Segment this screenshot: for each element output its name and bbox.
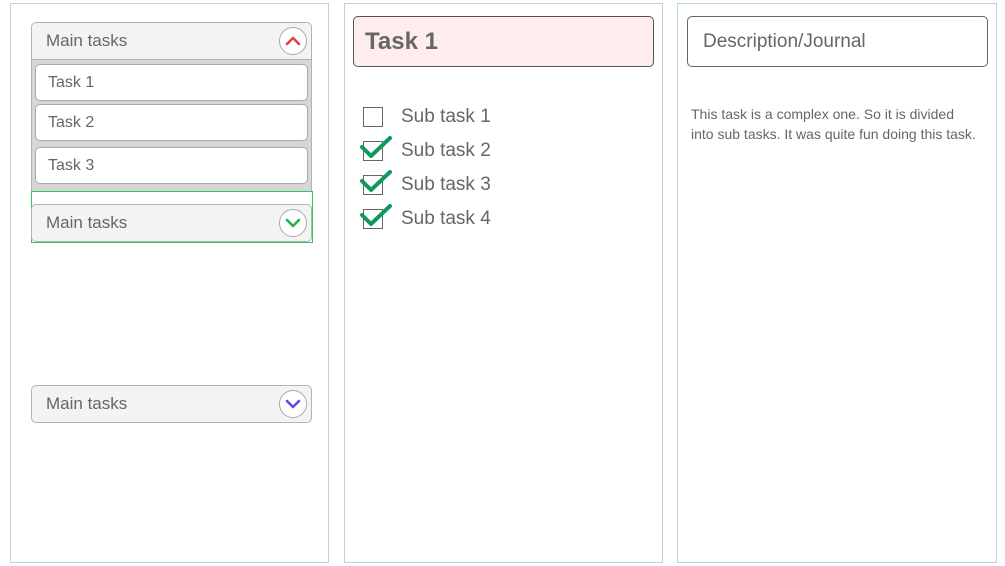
checkmark-icon: [360, 170, 392, 192]
main-tasks-group-header[interactable]: Main tasks: [31, 204, 312, 242]
task-item[interactable]: Task 3: [35, 147, 308, 184]
subtask-row[interactable]: Sub task 1: [361, 102, 621, 132]
task-item[interactable]: Task 1: [35, 64, 308, 101]
task-groups-panel: Main tasks Task 1 Task 2 Task 3 Main tas…: [10, 3, 329, 563]
subtask-row[interactable]: Sub task 4: [360, 204, 621, 234]
description-panel: Description/Journal This task is a compl…: [677, 3, 997, 563]
subtask-label: Sub task 1: [401, 106, 491, 127]
subtask-label: Sub task 4: [401, 208, 491, 229]
subtask-label: Sub task 2: [401, 140, 491, 161]
chevron-up-icon: [285, 36, 301, 46]
subtask-label: Sub task 3: [401, 174, 491, 195]
expand-toggle-button[interactable]: [279, 390, 307, 418]
subtask-checkbox[interactable]: [360, 204, 392, 229]
description-text[interactable]: This task is a complex one. So it is div…: [691, 104, 976, 144]
subtask-row[interactable]: Sub task 3: [360, 170, 621, 200]
checkmark-icon: [360, 204, 392, 226]
chevron-down-icon: [285, 218, 301, 228]
task-detail-panel: Task 1 Sub task 1 Sub task 2 Sub task 3 …: [344, 3, 663, 563]
subtask-row[interactable]: Sub task 2: [360, 136, 621, 166]
subtask-checkbox[interactable]: [360, 170, 392, 195]
group-label: Main tasks: [46, 31, 128, 50]
description-title-field[interactable]: Description/Journal: [687, 16, 988, 67]
chevron-down-icon: [285, 399, 301, 409]
expand-toggle-button[interactable]: [279, 209, 307, 237]
description-title: Description/Journal: [703, 30, 866, 52]
task-item-label: Task 3: [48, 156, 95, 174]
task-item-label: Task 2: [48, 113, 95, 131]
task-item[interactable]: Task 2: [35, 104, 308, 141]
main-tasks-group-header[interactable]: Main tasks: [31, 385, 312, 423]
collapse-toggle-button[interactable]: [279, 27, 307, 55]
subtask-checkbox[interactable]: [360, 136, 392, 161]
main-tasks-group-header[interactable]: Main tasks: [31, 22, 312, 60]
subtask-checkbox[interactable]: [363, 107, 383, 127]
task-title: Task 1: [365, 27, 438, 55]
main-tasks-list: Task 1 Task 2 Task 3: [31, 60, 312, 192]
task-title-field[interactable]: Task 1: [353, 16, 654, 67]
group-label: Main tasks: [46, 394, 128, 413]
group-label: Main tasks: [46, 213, 128, 232]
checkmark-icon: [360, 136, 392, 158]
task-item-label: Task 1: [48, 73, 95, 91]
